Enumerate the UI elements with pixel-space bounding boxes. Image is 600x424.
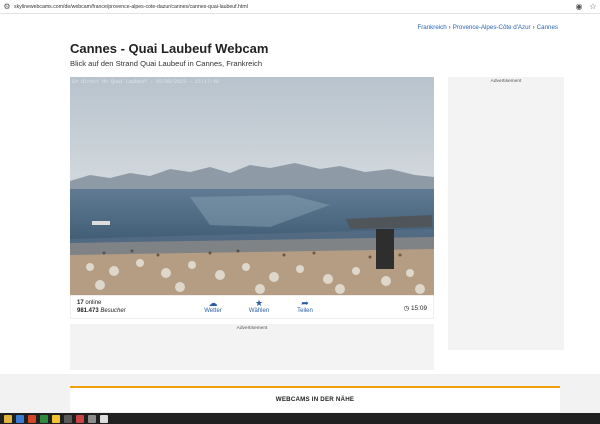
share-label: Teilen xyxy=(297,308,313,314)
weather-label: Wetter xyxy=(204,308,222,314)
webcam-stream[interactable]: En direct de Quai Laubeuf - 05/08/2023 -… xyxy=(70,77,434,295)
bookmark-star-icon[interactable]: ☆ xyxy=(586,2,600,11)
breadcrumb-country[interactable]: Frankreich xyxy=(417,24,446,31)
advertisement-sidebar[interactable]: Advertisement xyxy=(448,77,564,350)
breadcrumb: Frankreich › Provence-Alpes-Côte d'Azur › Ca… xyxy=(417,24,558,31)
advertisement-label: Advertisement xyxy=(236,326,268,331)
nearby-webcams-heading: WEBCAMS IN DER NÄHE xyxy=(275,396,355,403)
local-time-value: 15:09 xyxy=(411,305,427,312)
address-bar: ⚙ skylinewebcams.com/de/webcam/france/pr… xyxy=(0,0,600,14)
local-time: ◷ 15:09 xyxy=(404,304,427,312)
breadcrumb-region[interactable]: Provence-Alpes-Côte d'Azur xyxy=(453,24,531,31)
advertisement-banner[interactable]: Advertisement xyxy=(70,324,434,370)
favorite-button[interactable]: ★ Wählen xyxy=(239,298,279,314)
favorite-star-icon: ★ xyxy=(254,298,264,308)
online-counter: 17 online xyxy=(77,300,101,306)
visitor-counter: 981.473 Besucher xyxy=(77,308,126,314)
webcam-image xyxy=(70,77,434,295)
favorite-label: Wählen xyxy=(248,308,270,314)
advertisement-label: Advertisement xyxy=(490,79,522,84)
breadcrumb-separator: › xyxy=(448,24,451,31)
app-icon[interactable] xyxy=(52,414,60,423)
app-icon[interactable] xyxy=(100,414,108,423)
visitors-label: Besucher xyxy=(100,308,126,314)
app-icon[interactable] xyxy=(88,414,96,423)
app-icon[interactable] xyxy=(64,414,72,423)
page-title: Cannes - Quai Laubeuf Webcam xyxy=(70,41,269,56)
app-icon[interactable] xyxy=(76,414,84,423)
url-field[interactable]: skylinewebcams.com/de/webcam/france/prov… xyxy=(14,4,572,10)
clock-icon: ◷ xyxy=(403,305,410,312)
visitors-count: 981.473 xyxy=(77,308,99,314)
file-explorer-icon[interactable] xyxy=(4,414,12,423)
breadcrumb-city[interactable]: Cannes xyxy=(537,24,558,31)
online-count: 17 xyxy=(77,300,84,306)
tracking-eye-icon[interactable]: ◉ xyxy=(572,2,586,11)
page: Frankreich › Provence-Alpes-Côte d'Azur › Ca… xyxy=(0,14,600,374)
chrome-icon[interactable] xyxy=(40,414,48,423)
breadcrumb-separator: › xyxy=(532,24,535,31)
nearby-webcams-section: WEBCAMS IN DER NÄHE xyxy=(70,386,560,412)
webcam-control-bar: 17 online 981.473 Besucher ☁ Wetter ★ Wähl… xyxy=(70,295,434,319)
online-label: online xyxy=(85,300,102,306)
share-button[interactable]: ➦ Teilen xyxy=(285,298,325,314)
share-arrow-icon: ➦ xyxy=(301,298,309,308)
app-icon[interactable] xyxy=(16,414,24,423)
webcam-timestamp-overlay: En direct de Quai Laubeuf - 05/08/2023 -… xyxy=(72,79,220,85)
weather-cloud-icon: ☁ xyxy=(208,298,218,308)
app-icon[interactable] xyxy=(28,414,36,423)
weather-button[interactable]: ☁ Wetter xyxy=(193,298,233,314)
site-info-icon[interactable]: ⚙ xyxy=(0,2,14,11)
taskbar xyxy=(0,413,600,424)
page-subtitle: Blick auf den Strand Quai Laubeuf in Can… xyxy=(70,59,263,68)
